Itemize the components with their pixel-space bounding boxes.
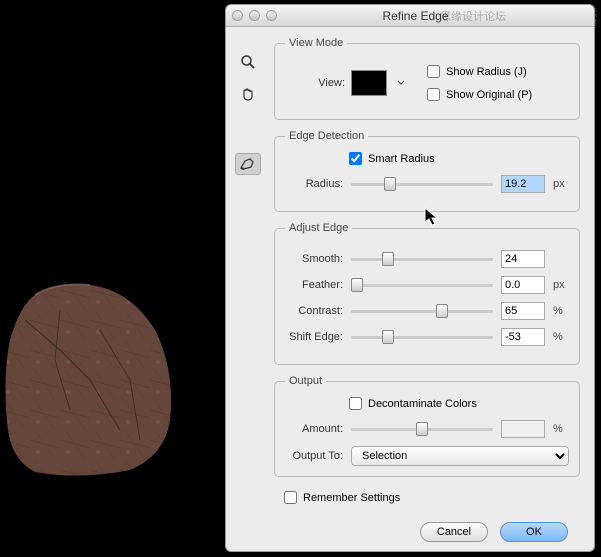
feather-slider[interactable] [351,284,493,287]
refine-edge-dialog: Refine Edge View Mode View: [225,4,595,552]
view-mode-group: View Mode View: Show Radius (J) [274,37,580,120]
view-mode-legend: View Mode [285,37,347,49]
smooth-slider[interactable] [351,258,493,261]
radius-input[interactable] [501,175,545,193]
cancel-button[interactable]: Cancel [420,522,488,542]
ok-button[interactable]: OK [500,522,568,542]
decontaminate-checkbox[interactable] [349,397,362,410]
contrast-input[interactable] [501,302,545,320]
dialog-title: Refine Edge [237,9,594,23]
remember-settings-label: Remember Settings [303,492,400,504]
smooth-label: Smooth: [285,253,343,265]
contrast-slider[interactable] [351,310,493,313]
output-to-label: Output To: [285,450,343,462]
radius-unit: px [553,178,569,190]
shift-edge-unit: % [553,331,569,343]
output-to-select[interactable]: Selection [351,446,569,466]
radius-slider[interactable] [351,183,493,186]
show-radius-label: Show Radius (J) [446,66,527,78]
shift-edge-input[interactable] [501,328,545,346]
titlebar: Refine Edge [226,5,594,27]
amount-input [501,420,545,438]
output-group: Output Decontaminate Colors Amount: % Ou… [274,375,580,477]
contrast-label: Contrast: [285,305,343,317]
output-legend: Output [285,375,326,387]
edge-detection-group: Edge Detection Smart Radius Radius: px [274,130,580,212]
radius-label: Radius: [285,178,343,190]
show-original-label: Show Original (P) [446,89,532,101]
show-original-checkbox[interactable] [427,88,440,101]
adjust-edge-group: Adjust Edge Smooth: Feather: px Contrast… [274,222,580,365]
feather-input[interactable] [501,276,545,294]
refine-radius-tool[interactable] [235,153,261,175]
amount-unit: % [553,423,569,435]
rock-layer [0,280,180,480]
smooth-input[interactable] [501,250,545,268]
watermark-cn: 思缘设计论坛 [440,8,506,24]
adjust-edge-legend: Adjust Edge [285,222,352,234]
contrast-unit: % [553,305,569,317]
amount-slider [351,428,493,431]
amount-label: Amount: [285,423,343,435]
view-mode-dropdown-arrow[interactable] [395,78,407,88]
smart-radius-label: Smart Radius [368,153,435,165]
smart-radius-checkbox[interactable] [349,152,362,165]
decontaminate-label: Decontaminate Colors [368,398,477,410]
show-radius-checkbox[interactable] [427,65,440,78]
shift-edge-label: Shift Edge: [285,331,343,343]
shift-edge-slider[interactable] [351,336,493,339]
feather-label: Feather: [285,279,343,291]
hand-tool[interactable] [235,83,261,105]
view-label: View: [285,77,345,89]
edge-detection-legend: Edge Detection [285,130,368,142]
feather-unit: px [553,279,569,291]
remember-settings-checkbox[interactable] [284,491,297,504]
view-mode-thumbnail[interactable] [351,70,387,96]
tool-column [226,27,270,551]
zoom-tool[interactable] [235,51,261,73]
